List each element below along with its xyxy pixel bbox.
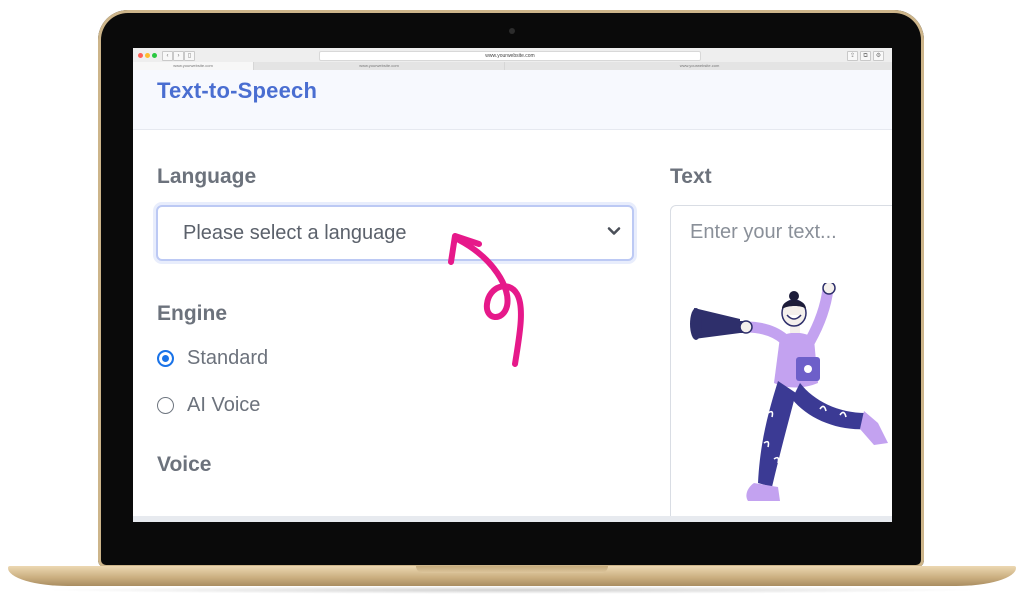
browser-tab-label: www.yourwebsite.com (173, 63, 213, 68)
minimize-window-button[interactable] (145, 53, 150, 58)
back-icon[interactable]: ‹ (162, 51, 173, 61)
engine-standard-label[interactable]: Standard (187, 347, 268, 370)
tabs-icon[interactable]: ⧉ (860, 51, 871, 61)
language-select-value: Please select a language (183, 222, 407, 244)
engine-ai-voice-radio[interactable] (157, 397, 174, 414)
engine-label: Engine (157, 302, 228, 325)
laptop-screen: ‹ › ▯ www.yourwebsite.com ⇪ ⧉ ⚙ www.your… (133, 48, 892, 522)
language-select[interactable]: Please select a language (156, 205, 634, 261)
laptop-base-notch (416, 566, 608, 573)
language-label: Language (157, 165, 257, 188)
sidebar-icon[interactable]: ▯ (184, 51, 195, 61)
close-window-button[interactable] (138, 53, 143, 58)
text-label: Text (670, 165, 712, 188)
engine-ai-voice-label[interactable]: AI Voice (187, 394, 260, 417)
engine-standard-radio[interactable] (157, 350, 174, 367)
person-megaphone-illustration (690, 283, 888, 501)
browser-chrome: ‹ › ▯ www.yourwebsite.com ⇪ ⧉ ⚙ www.your… (133, 48, 892, 71)
chevron-down-icon[interactable] (604, 221, 624, 241)
browser-tab[interactable]: www.yourwebsite.com (505, 62, 892, 70)
browser-tab[interactable]: www.yourwebsite.com (254, 62, 505, 70)
arrow-annotation-icon (448, 233, 524, 367)
screen-bottom-bar (133, 516, 892, 522)
address-bar[interactable]: www.yourwebsite.com (319, 51, 701, 61)
url-text: www.yourwebsite.com (485, 53, 535, 59)
laptop-shadow (40, 586, 984, 594)
voice-label: Voice (157, 453, 212, 476)
page-title: Text-to-Speech (157, 78, 318, 103)
webcam (509, 28, 515, 34)
settings-icon[interactable]: ⚙ (873, 51, 884, 61)
text-input-placeholder: Enter your text... (690, 221, 837, 243)
tab-strip: www.yourwebsite.com www.yourwebsite.com … (133, 62, 892, 70)
share-icon[interactable]: ⇪ (847, 51, 858, 61)
browser-tab-label: www.yourwebsite.com (679, 63, 720, 68)
app-header: Text-to-Speech (133, 70, 892, 130)
maximize-window-button[interactable] (152, 53, 157, 58)
browser-tab[interactable]: www.yourwebsite.com (133, 62, 254, 70)
browser-tab-label: www.yourwebsite.com (359, 63, 399, 68)
forward-icon[interactable]: › (173, 51, 184, 61)
